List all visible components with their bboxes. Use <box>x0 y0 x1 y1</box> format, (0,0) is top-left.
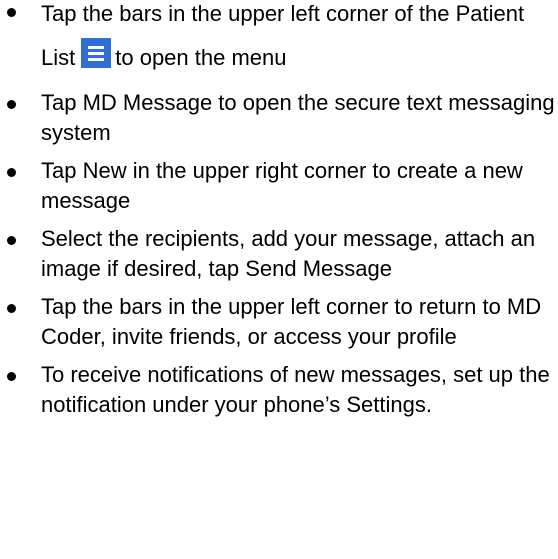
list-item: Tap New in the upper right corner to cre… <box>0 156 558 216</box>
bullet-icon <box>7 304 16 313</box>
list-item: To receive notifications of new messages… <box>0 360 558 420</box>
step-text: Tap MD Message to open the secure text m… <box>41 90 555 145</box>
list-item: Tap the bars in the upper left corner to… <box>0 292 558 352</box>
bullet-icon <box>7 168 16 177</box>
step-text-after-icon: to open the menu <box>115 45 287 70</box>
list-item: Tap the bars in the upper left corner of… <box>0 0 558 80</box>
step-text: To receive notifications of new messages… <box>41 362 550 417</box>
bullet-icon <box>7 372 16 381</box>
step-text: Tap the bars in the upper left corner to… <box>41 294 542 349</box>
step-text: Tap New in the upper right corner to cre… <box>41 158 523 213</box>
instructions-page: Tap the bars in the upper left corner of… <box>0 0 558 559</box>
list-item: Select the recipients, add your message,… <box>0 224 558 284</box>
step-text: Tap the bars in the upper left corner of… <box>41 1 524 70</box>
menu-bar-line <box>88 46 105 49</box>
bullet-icon <box>7 236 16 245</box>
step-text: Select the recipients, add your message,… <box>41 226 536 281</box>
menu-bars-icon <box>81 38 112 68</box>
list-item: Tap MD Message to open the secure text m… <box>0 88 558 148</box>
menu-bar-line <box>88 58 105 61</box>
bullet-icon <box>7 8 16 17</box>
bullet-icon <box>7 100 16 109</box>
menu-bar-line <box>88 52 105 55</box>
instruction-list: Tap the bars in the upper left corner of… <box>0 0 558 428</box>
